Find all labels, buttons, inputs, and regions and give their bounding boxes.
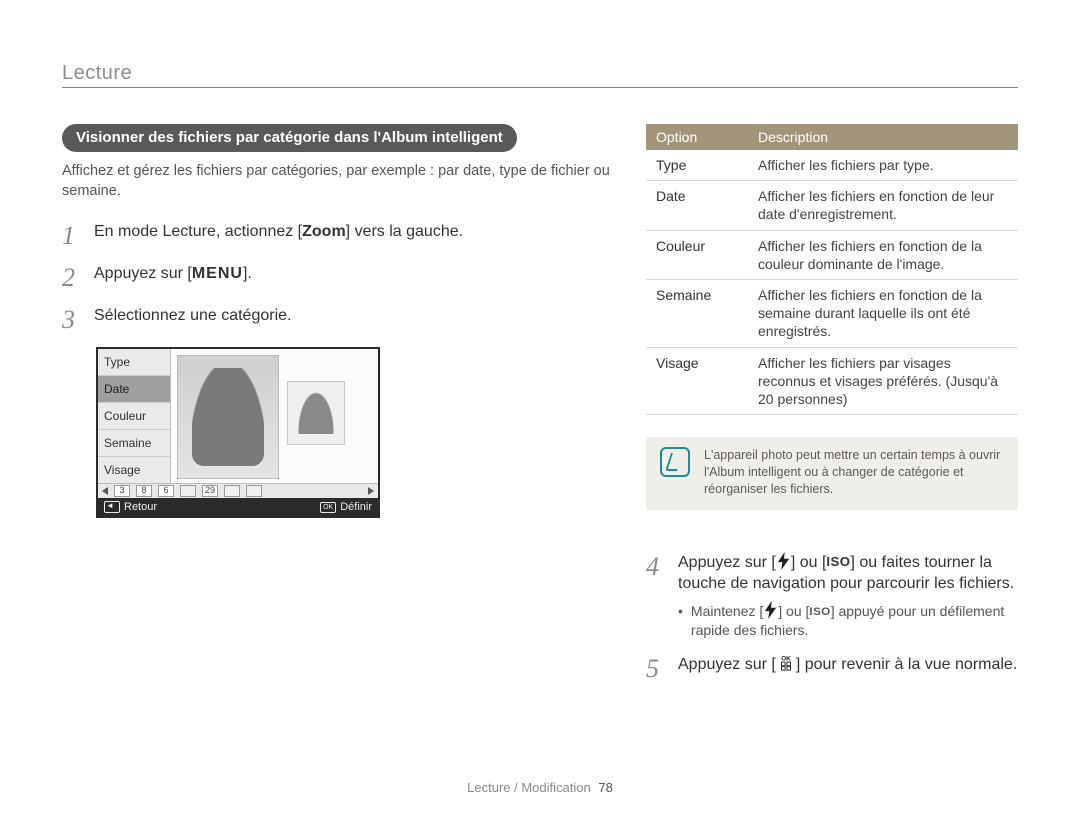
- category-item-color: Couleur: [98, 403, 170, 430]
- opt-desc: Afficher les fichiers en fonction de la …: [748, 279, 1018, 347]
- svg-text:OK: OK: [781, 656, 791, 663]
- page-footer: Lecture / Modification 78: [0, 780, 1080, 795]
- table-row: Semaine Afficher les fichiers en fonctio…: [646, 279, 1018, 347]
- th-option: Option: [646, 124, 748, 150]
- thumbnail-small: [287, 381, 345, 445]
- section-title: Lecture: [62, 62, 1018, 85]
- iso-key: ISO: [826, 553, 850, 571]
- options-table: Option Description Type Afficher les fic…: [646, 124, 1018, 415]
- menu-key: MENU: [192, 263, 243, 285]
- zoom-key: Zoom: [302, 223, 346, 240]
- left-column: Visionner des fichiers par catégorie dan…: [62, 124, 610, 696]
- opt-desc: Afficher les fichiers en fonction de la …: [748, 230, 1018, 279]
- step-4: 4 Appuyez sur [] ou [ISO] ou faites tour…: [646, 552, 1018, 641]
- step-4-sub-a: Maintenez [: [691, 603, 763, 619]
- category-item-date: Date: [98, 376, 170, 403]
- step-number: 3: [62, 305, 80, 333]
- opt-desc: Afficher les fichiers par visages reconn…: [748, 347, 1018, 415]
- step-2-text-b: ].: [243, 265, 252, 282]
- step-1-text-b: ] vers la gauche.: [346, 223, 463, 240]
- category-list: Type Date Couleur Semaine Visage: [98, 349, 171, 483]
- category-item-week: Semaine: [98, 430, 170, 457]
- category-item-face: Visage: [98, 457, 170, 483]
- step-3: 3 Sélectionnez une catégorie.: [62, 305, 610, 333]
- screen-footer: Retour OK Définir: [98, 498, 378, 516]
- step-1-text-a: En mode Lecture, actionnez [: [94, 223, 302, 240]
- date-strip: 3 8 6 29: [98, 483, 378, 498]
- opt-name: Semaine: [646, 279, 748, 347]
- table-row: Type Afficher les fichiers par type.: [646, 150, 1018, 181]
- ok-button-icon: OK: [320, 502, 336, 513]
- strip-cell: 3: [114, 485, 130, 497]
- step-number: 4: [646, 552, 664, 580]
- camera-screen-figure: Type Date Couleur Semaine Visage: [96, 347, 380, 518]
- strip-cell: [224, 485, 240, 497]
- intro-text: Affichez et gérez les fichiers par catég…: [62, 162, 610, 201]
- opt-name: Type: [646, 150, 748, 181]
- table-row: Date Afficher les fichiers en fonction d…: [646, 181, 1018, 230]
- page-number: 78: [598, 780, 612, 795]
- step-1: 1 En mode Lecture, actionnez [Zoom] vers…: [62, 221, 610, 249]
- opt-name: Date: [646, 181, 748, 230]
- iso-key: ISO: [809, 605, 830, 621]
- strip-left-arrow-icon: [102, 487, 108, 495]
- back-button-icon: [104, 501, 120, 513]
- step-2-text-a: Appuyez sur [: [94, 265, 192, 282]
- step-2: 2 Appuyez sur [MENU].: [62, 263, 610, 291]
- thumbnail-pane: [171, 349, 378, 483]
- steps-list: 1 En mode Lecture, actionnez [Zoom] vers…: [62, 221, 610, 333]
- note-icon: [660, 447, 690, 477]
- step-4-sub: Maintenez [] ou [ISO] appuyé pour un déf…: [678, 601, 1018, 640]
- thumbnail-main: [177, 355, 279, 479]
- strip-cell: 8: [136, 485, 152, 497]
- table-row: Visage Afficher les fichiers par visages…: [646, 347, 1018, 415]
- topic-pill: Visionner des fichiers par catégorie dan…: [62, 124, 517, 152]
- strip-right-arrow-icon: [368, 487, 374, 495]
- camera-screen: Type Date Couleur Semaine Visage: [96, 347, 380, 518]
- flash-key-icon: [776, 552, 791, 570]
- page: Lecture Visionner des fichiers par catég…: [0, 0, 1080, 815]
- strip-cell: 29: [202, 485, 218, 497]
- two-columns: Visionner des fichiers par catégorie dan…: [62, 124, 1018, 696]
- steps-list-right: 4 Appuyez sur [] ou [ISO] ou faites tour…: [646, 552, 1018, 683]
- footer-back-label: Retour: [124, 501, 157, 513]
- th-description: Description: [748, 124, 1018, 150]
- strip-cell: [180, 485, 196, 497]
- opt-desc: Afficher les fichiers par type.: [748, 150, 1018, 181]
- note-box: L'appareil photo peut mettre un certain …: [646, 437, 1018, 510]
- ok-grid-key-icon: OK: [776, 654, 796, 672]
- strip-cell: [246, 485, 262, 497]
- strip-cell: 6: [158, 485, 174, 497]
- opt-name: Visage: [646, 347, 748, 415]
- table-row: Couleur Afficher les fichiers en fonctio…: [646, 230, 1018, 279]
- note-text: L'appareil photo peut mettre un certain …: [704, 447, 1002, 498]
- right-column: Option Description Type Afficher les fic…: [646, 124, 1018, 696]
- opt-name: Couleur: [646, 230, 748, 279]
- step-number: 5: [646, 654, 664, 682]
- step-5-text-b: ] pour revenir à la vue normale.: [796, 656, 1017, 673]
- category-item-type: Type: [98, 349, 170, 376]
- step-3-text: Sélectionnez une catégorie.: [94, 305, 610, 327]
- opt-desc: Afficher les fichiers en fonction de leu…: [748, 181, 1018, 230]
- footer-set-label: Définir: [340, 501, 372, 513]
- step-4-text-a: Appuyez sur [: [678, 554, 776, 571]
- step-5-text-a: Appuyez sur [: [678, 656, 776, 673]
- step-number: 1: [62, 221, 80, 249]
- step-5: 5 Appuyez sur [ OK ] pour revenir à la vue…: [646, 654, 1018, 682]
- flash-key-icon: [763, 601, 778, 619]
- title-rule: [62, 87, 1018, 88]
- step-4-text-b: ] ou [: [791, 554, 827, 571]
- footer-crumb: Lecture / Modification: [467, 780, 591, 795]
- step-number: 2: [62, 263, 80, 291]
- step-4-sub-b: ] ou [: [778, 603, 809, 619]
